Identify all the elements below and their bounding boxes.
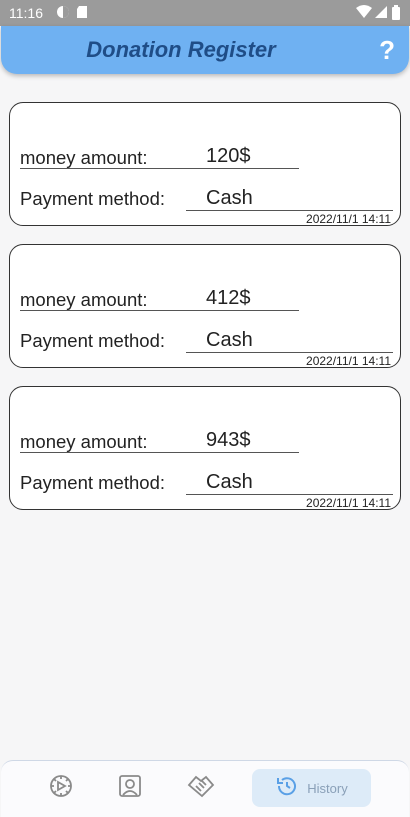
payment-method-label: Payment method: bbox=[20, 472, 165, 493]
app-title: Donation Register bbox=[86, 37, 276, 62]
divider bbox=[20, 168, 299, 169]
money-amount-label: money amount: bbox=[20, 289, 148, 310]
status-time: 11:16 bbox=[9, 5, 43, 21]
payment-method-value: Cash bbox=[206, 187, 253, 209]
status-bar: 11:16 bbox=[0, 0, 410, 26]
timestamp: 2022/11/1 14:11 bbox=[306, 354, 391, 368]
payment-method-label: Payment method: bbox=[20, 330, 165, 351]
handshake-icon bbox=[187, 773, 215, 804]
money-amount-value: 412$ bbox=[206, 287, 251, 309]
nav-history-label: History bbox=[307, 780, 348, 796]
divider bbox=[20, 452, 299, 453]
nav-history[interactable]: History bbox=[252, 769, 371, 807]
divider bbox=[20, 310, 299, 311]
donation-card[interactable]: money amount: 943$ Payment method: Cash … bbox=[9, 386, 401, 510]
data-saver-icon bbox=[56, 5, 70, 22]
money-amount-value: 120$ bbox=[206, 145, 251, 167]
donation-card[interactable]: money amount: 120$ Payment method: Cash … bbox=[9, 102, 401, 226]
dashboard-icon bbox=[48, 773, 74, 804]
bottom-navigation: History bbox=[1, 760, 409, 817]
wifi-icon bbox=[356, 5, 372, 22]
donation-card[interactable]: money amount: 412$ Payment method: Cash … bbox=[9, 244, 401, 368]
signal-icon bbox=[375, 5, 388, 22]
timestamp: 2022/11/1 14:11 bbox=[306, 496, 391, 510]
nav-dashboard[interactable] bbox=[41, 769, 81, 807]
history-icon bbox=[275, 774, 299, 803]
payment-method-value: Cash bbox=[206, 471, 253, 493]
payment-method-value: Cash bbox=[206, 329, 253, 351]
profile-icon bbox=[118, 774, 142, 803]
timestamp: 2022/11/1 14:11 bbox=[306, 212, 391, 226]
nav-profile[interactable] bbox=[110, 769, 150, 807]
divider bbox=[186, 352, 393, 353]
divider bbox=[186, 494, 393, 495]
divider bbox=[186, 210, 393, 211]
payment-method-label: Payment method: bbox=[20, 188, 165, 209]
help-button[interactable]: ? bbox=[379, 35, 395, 66]
money-amount-label: money amount: bbox=[20, 431, 148, 452]
app-bar: Donation Register ? bbox=[1, 26, 409, 74]
battery-icon bbox=[392, 5, 400, 23]
sd-card-icon bbox=[76, 5, 88, 22]
money-amount-value: 943$ bbox=[206, 429, 251, 451]
money-amount-label: money amount: bbox=[20, 147, 148, 168]
nav-donations[interactable] bbox=[181, 769, 221, 807]
